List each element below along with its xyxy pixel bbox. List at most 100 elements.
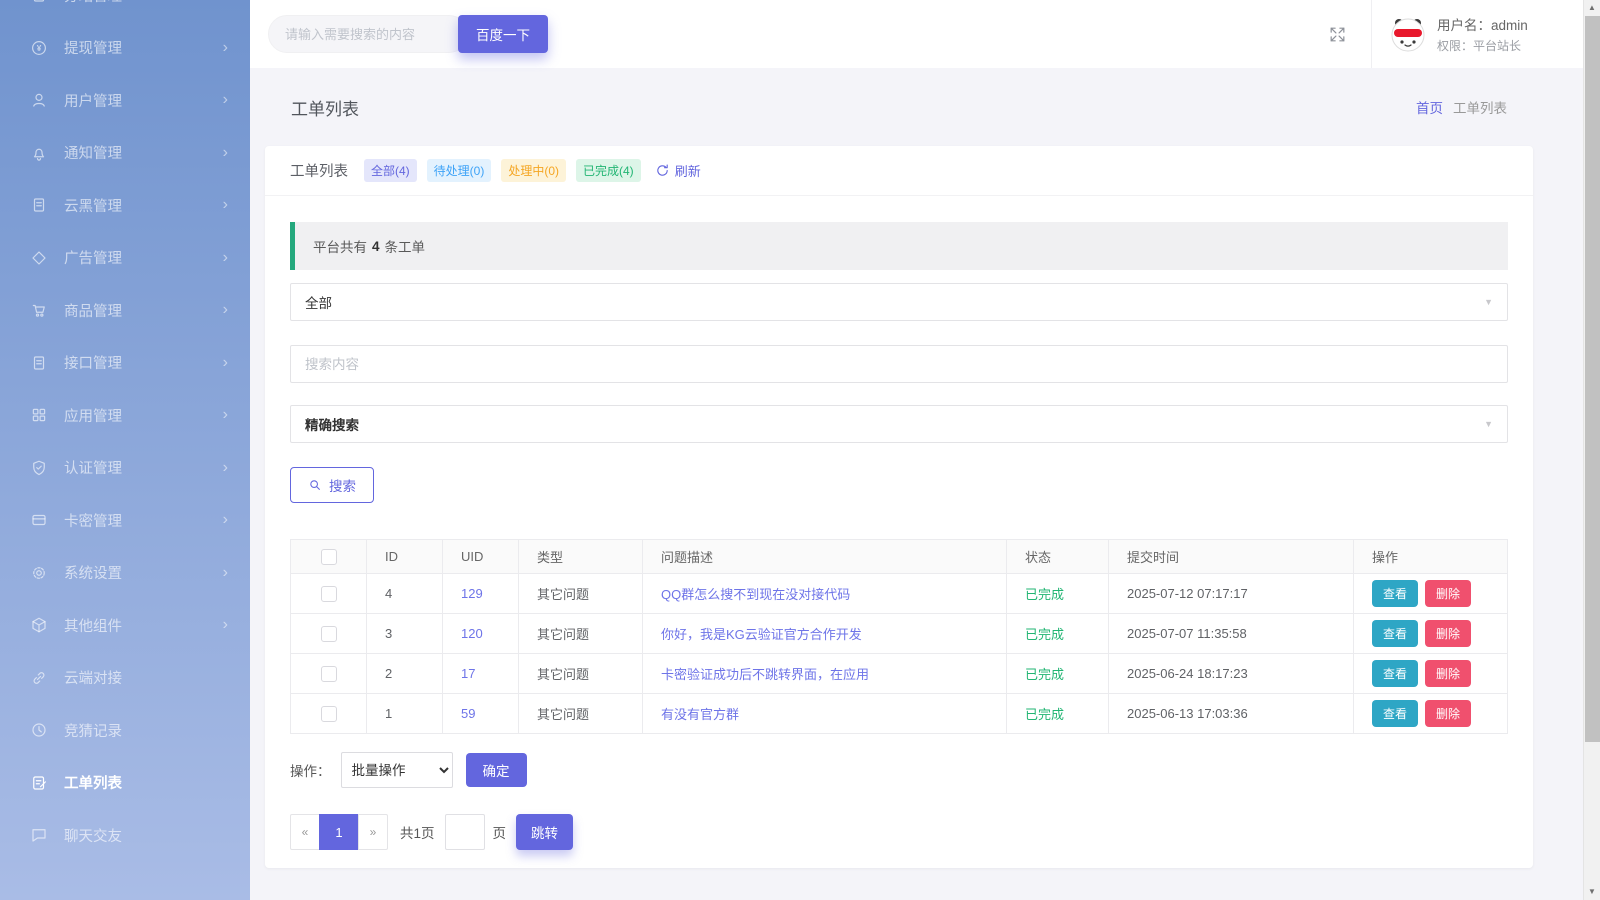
refresh-label: 刷新 bbox=[674, 164, 701, 179]
uid-link[interactable]: 17 bbox=[461, 666, 475, 681]
username-line: 用户名：admin bbox=[1437, 14, 1528, 34]
cell-uid: 59 bbox=[442, 693, 519, 734]
sidebar-item-guess-records[interactable]: 竞猜记录 bbox=[0, 704, 250, 757]
sidebar-item-products[interactable]: 商品管理 › bbox=[0, 284, 250, 337]
row-checkbox-cell bbox=[290, 613, 367, 654]
page-jump-input[interactable] bbox=[444, 814, 485, 850]
type-filter-select[interactable]: 全部 ▼ bbox=[290, 283, 1508, 321]
row-checkbox[interactable] bbox=[320, 625, 337, 642]
topbar-search-input[interactable] bbox=[268, 15, 468, 53]
sidebar-item-label: 卡密管理 bbox=[64, 513, 122, 530]
confirm-button[interactable]: 确定 bbox=[465, 753, 527, 787]
view-button[interactable]: 查看 bbox=[1372, 620, 1419, 647]
filter-badge-all[interactable]: 全部(4) bbox=[364, 159, 417, 182]
jump-button[interactable]: 跳转 bbox=[516, 814, 574, 850]
keyword-search-input[interactable] bbox=[290, 345, 1508, 383]
filter-badge-done[interactable]: 已完成(4) bbox=[576, 159, 641, 182]
sidebar-item-substation[interactable]: 分站管理 › bbox=[0, 0, 250, 22]
baidu-search-button[interactable]: 百度一下 bbox=[458, 15, 548, 53]
filter-badge-processing[interactable]: 处理中(0) bbox=[501, 159, 567, 182]
sidebar-item-cardkeys[interactable]: 卡密管理 › bbox=[0, 494, 250, 547]
uid-link[interactable]: 129 bbox=[461, 586, 483, 601]
sidebar-item-ads[interactable]: 广告管理 › bbox=[0, 232, 250, 285]
header-id: ID bbox=[366, 539, 443, 574]
sidebar-item-label: 用户管理 bbox=[64, 93, 122, 110]
sidebar-item-chat[interactable]: 聊天交友 bbox=[0, 809, 250, 862]
sidebar-item-apps[interactable]: 应用管理 › bbox=[0, 389, 250, 442]
sidebar-item-blacklist[interactable]: 云黑管理 › bbox=[0, 179, 250, 232]
delete-button[interactable]: 删除 bbox=[1425, 580, 1472, 607]
sidebar-item-label: 接口管理 bbox=[64, 356, 122, 373]
header-type: 类型 bbox=[518, 539, 643, 574]
sidebar-item-settings[interactable]: 系统设置 › bbox=[0, 547, 250, 600]
scrollbar-thumb[interactable] bbox=[1585, 16, 1600, 742]
sidebar-item-api[interactable]: 接口管理 › bbox=[0, 337, 250, 390]
gear-icon bbox=[30, 564, 48, 582]
svg-text:¥: ¥ bbox=[37, 44, 42, 53]
delete-button[interactable]: 删除 bbox=[1425, 700, 1472, 727]
worklist-icon bbox=[30, 774, 48, 792]
uid-link[interactable]: 120 bbox=[461, 626, 483, 641]
cell-id: 2 bbox=[366, 653, 443, 694]
delete-button[interactable]: 删除 bbox=[1425, 620, 1472, 647]
desc-link[interactable]: QQ群怎么搜不到现在没对接代码 bbox=[661, 587, 850, 602]
chevron-down-icon: ▼ bbox=[1484, 297, 1493, 307]
uid-link[interactable]: 59 bbox=[461, 706, 475, 721]
search-button[interactable]: 搜索 bbox=[290, 467, 374, 503]
row-checkbox[interactable] bbox=[320, 705, 337, 722]
cell-desc: 你好，我是KG云验证官方合作开发 bbox=[642, 613, 1007, 654]
cell-type: 其它问题 bbox=[518, 693, 643, 734]
desc-link[interactable]: 你好，我是KG云验证官方合作开发 bbox=[661, 627, 862, 642]
desc-link[interactable]: 卡密验证成功后不跳转界面，在应用 bbox=[661, 667, 869, 682]
batch-action-select[interactable]: 批量操作 bbox=[340, 752, 453, 788]
sidebar-item-label: 广告管理 bbox=[64, 251, 122, 268]
sidebar-item-cloudlink[interactable]: 云端对接 bbox=[0, 652, 250, 705]
desc-link[interactable]: 有没有官方群 bbox=[661, 707, 739, 722]
info-prefix: 平台共有 bbox=[313, 240, 367, 255]
view-button[interactable]: 查看 bbox=[1372, 580, 1419, 607]
diamond-icon bbox=[30, 249, 48, 267]
fullscreen-icon[interactable] bbox=[1328, 25, 1347, 44]
scroll-down-arrow-icon[interactable]: ▼ bbox=[1584, 884, 1600, 900]
row-checkbox-cell bbox=[290, 693, 367, 734]
sidebar-item-auth[interactable]: 认证管理 › bbox=[0, 442, 250, 495]
scroll-up-arrow-icon[interactable]: ▲ bbox=[1584, 0, 1600, 16]
delete-button[interactable]: 删除 bbox=[1425, 660, 1472, 687]
sidebar-item-users[interactable]: 用户管理 › bbox=[0, 74, 250, 127]
card-header: 工单列表 全部(4) 待处理(0) 处理中(0) 已完成(4) 刷新 bbox=[265, 146, 1533, 196]
current-page-button[interactable]: 1 bbox=[319, 814, 359, 850]
sidebar-item-withdraw[interactable]: ¥ 提现管理 › bbox=[0, 22, 250, 75]
sidebar-menu: 分站管理 › ¥ 提现管理 › 用户管理 › 通知管理 › 云黑管理 bbox=[0, 0, 250, 862]
app-window: 分站管理 › ¥ 提现管理 › 用户管理 › 通知管理 › 云黑管理 bbox=[0, 0, 1600, 900]
cell-id: 4 bbox=[366, 573, 443, 614]
cell-desc: 有没有官方群 bbox=[642, 693, 1007, 734]
sidebar-item-components[interactable]: 其他组件 › bbox=[0, 599, 250, 652]
user-menu[interactable]: 用户名：admin 权限：平台站长 bbox=[1371, 0, 1583, 68]
cell-actions: 查看 删除 bbox=[1353, 613, 1508, 654]
breadcrumb: 首页 工单列表 bbox=[1416, 97, 1507, 117]
select-all-checkbox[interactable] bbox=[320, 548, 337, 565]
chevron-right-icon: › bbox=[222, 511, 228, 529]
sidebar-item-notifications[interactable]: 通知管理 › bbox=[0, 127, 250, 180]
total-pages-label: 共1页 bbox=[400, 826, 435, 841]
next-page-button[interactable]: » bbox=[358, 814, 388, 850]
cell-type: 其它问题 bbox=[518, 653, 643, 694]
mode-filter-select[interactable]: 精确搜索 ▼ bbox=[290, 405, 1508, 443]
prev-page-button[interactable]: « bbox=[290, 814, 320, 850]
row-checkbox[interactable] bbox=[320, 665, 337, 682]
header-time: 提交时间 bbox=[1108, 539, 1354, 574]
chevron-right-icon: › bbox=[222, 38, 228, 56]
view-button[interactable]: 查看 bbox=[1372, 700, 1419, 727]
row-checkbox[interactable] bbox=[320, 585, 337, 602]
bell-icon bbox=[30, 144, 48, 162]
view-button[interactable]: 查看 bbox=[1372, 660, 1419, 687]
filter-badge-pending[interactable]: 待处理(0) bbox=[426, 159, 492, 182]
content: 工单列表 首页 工单列表 工单列表 全部(4) 待处理(0) 处理中(0) 已完成… bbox=[250, 68, 1583, 868]
refresh-button[interactable]: 刷新 bbox=[655, 161, 701, 180]
header-uid: UID bbox=[442, 539, 519, 574]
shield-check-icon bbox=[30, 459, 48, 477]
breadcrumb-home-link[interactable]: 首页 bbox=[1416, 101, 1443, 116]
status-badge: 已完成 bbox=[1025, 587, 1065, 602]
cell-desc: 卡密验证成功后不跳转界面，在应用 bbox=[642, 653, 1007, 694]
sidebar-item-worklist[interactable]: 工单列表 bbox=[0, 757, 250, 810]
